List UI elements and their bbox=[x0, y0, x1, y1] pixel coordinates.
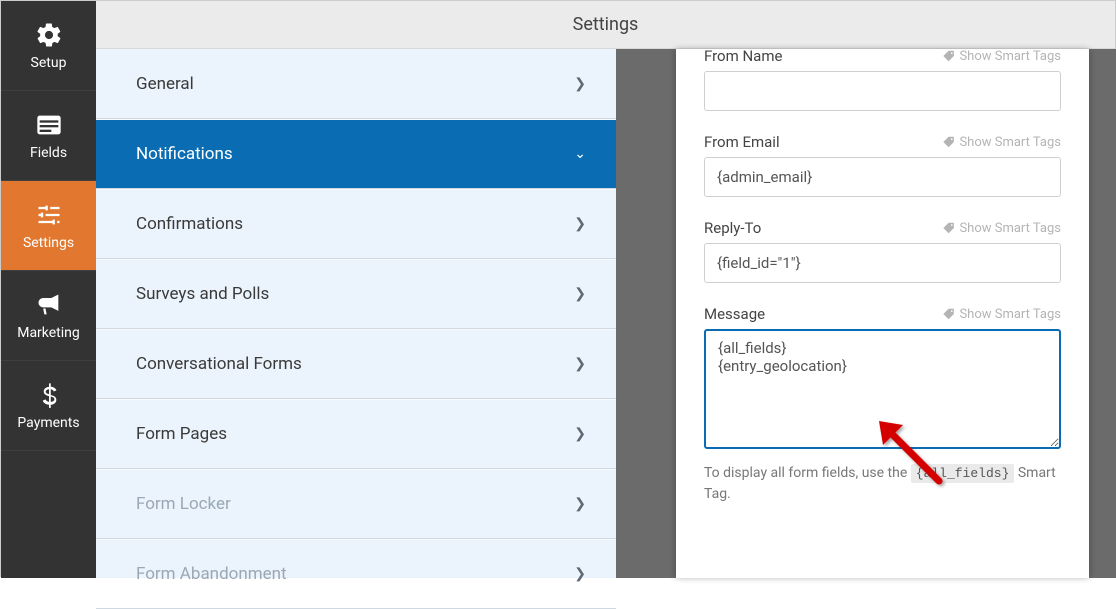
nav-label: Settings bbox=[23, 235, 74, 251]
nav-label: Fields bbox=[30, 145, 67, 161]
reply-to-label: Reply-To bbox=[704, 219, 761, 237]
tag-icon bbox=[941, 221, 955, 235]
chevron-right-icon: ❯ bbox=[574, 496, 586, 512]
settings-item-label: Form Locker bbox=[136, 494, 231, 514]
settings-item-label: Surveys and Polls bbox=[136, 284, 269, 304]
from-name-input[interactable] bbox=[704, 71, 1061, 111]
nav-item-fields[interactable]: Fields bbox=[1, 91, 96, 181]
message-label: Message bbox=[704, 305, 765, 323]
smart-tags-label: Show Smart Tags bbox=[959, 221, 1061, 236]
smart-tags-toggle[interactable]: Show Smart Tags bbox=[941, 49, 1061, 64]
tag-icon bbox=[941, 49, 955, 63]
settings-item-label: Form Pages bbox=[136, 424, 227, 444]
chevron-right-icon: ❯ bbox=[574, 216, 586, 232]
chevron-right-icon: ❯ bbox=[574, 356, 586, 372]
from-name-label: From Name bbox=[704, 49, 782, 65]
settings-item-form-locker[interactable]: Form Locker ❯ bbox=[96, 469, 616, 539]
settings-item-label: Conversational Forms bbox=[136, 354, 302, 374]
settings-item-form-pages[interactable]: Form Pages ❯ bbox=[96, 399, 616, 469]
settings-item-surveys[interactable]: Surveys and Polls ❯ bbox=[96, 259, 616, 329]
settings-item-label: Notifications bbox=[136, 144, 233, 164]
nav-label: Marketing bbox=[17, 325, 80, 341]
settings-item-label: Form Abandonment bbox=[136, 564, 287, 584]
dollar-icon bbox=[35, 381, 63, 409]
chevron-right-icon: ❯ bbox=[574, 566, 586, 582]
smart-tags-toggle[interactable]: Show Smart Tags bbox=[941, 307, 1061, 322]
settings-item-notifications[interactable]: Notifications ⌄ bbox=[96, 119, 616, 189]
smart-tags-label: Show Smart Tags bbox=[959, 135, 1061, 150]
field-from-email: From Email Show Smart Tags bbox=[704, 133, 1061, 197]
tag-icon bbox=[941, 135, 955, 149]
chevron-down-icon: ⌄ bbox=[574, 146, 586, 162]
nav-item-setup[interactable]: Setup bbox=[1, 1, 96, 91]
smart-tags-toggle[interactable]: Show Smart Tags bbox=[941, 135, 1061, 150]
field-from-name: From Name Show Smart Tags bbox=[704, 49, 1061, 111]
chevron-right-icon: ❯ bbox=[574, 76, 586, 92]
help-prefix: To display all form fields, use the bbox=[704, 465, 911, 481]
sliders-icon bbox=[35, 201, 63, 229]
settings-item-general[interactable]: General ❯ bbox=[96, 49, 616, 119]
smart-tags-toggle[interactable]: Show Smart Tags bbox=[941, 221, 1061, 236]
from-email-label: From Email bbox=[704, 133, 780, 151]
from-email-input[interactable] bbox=[704, 157, 1061, 197]
bullhorn-icon bbox=[35, 291, 63, 319]
chevron-right-icon: ❯ bbox=[574, 426, 586, 442]
smart-tags-label: Show Smart Tags bbox=[959, 49, 1061, 64]
help-code: {all_fields} bbox=[911, 464, 1015, 483]
notification-form: From Name Show Smart Tags From Email Sho… bbox=[676, 49, 1089, 578]
settings-item-conversational[interactable]: Conversational Forms ❯ bbox=[96, 329, 616, 399]
chevron-right-icon: ❯ bbox=[574, 286, 586, 302]
page-title: Settings bbox=[573, 14, 639, 35]
tag-icon bbox=[941, 307, 955, 321]
message-textarea[interactable] bbox=[704, 329, 1061, 449]
field-reply-to: Reply-To Show Smart Tags bbox=[704, 219, 1061, 283]
settings-panel: General ❯ Notifications ⌄ Confirmations … bbox=[96, 49, 616, 578]
settings-item-form-abandonment[interactable]: Form Abandonment ❯ bbox=[96, 539, 616, 609]
nav-item-settings[interactable]: Settings bbox=[1, 181, 96, 271]
settings-item-label: Confirmations bbox=[136, 214, 243, 234]
smart-tags-label: Show Smart Tags bbox=[959, 307, 1061, 322]
header: Settings bbox=[96, 1, 1115, 49]
settings-item-confirmations[interactable]: Confirmations ❯ bbox=[96, 189, 616, 259]
nav-label: Payments bbox=[17, 415, 79, 431]
gear-icon bbox=[35, 21, 63, 49]
list-icon bbox=[35, 111, 63, 139]
nav-label: Setup bbox=[31, 55, 67, 71]
left-nav: Setup Fields Settings Marketing Payments bbox=[1, 1, 96, 578]
field-message: Message Show Smart Tags To display all f… bbox=[704, 305, 1061, 505]
settings-item-label: General bbox=[136, 74, 194, 94]
nav-item-payments[interactable]: Payments bbox=[1, 361, 96, 451]
nav-item-marketing[interactable]: Marketing bbox=[1, 271, 96, 361]
message-help: To display all form fields, use the {all… bbox=[704, 463, 1061, 505]
reply-to-input[interactable] bbox=[704, 243, 1061, 283]
